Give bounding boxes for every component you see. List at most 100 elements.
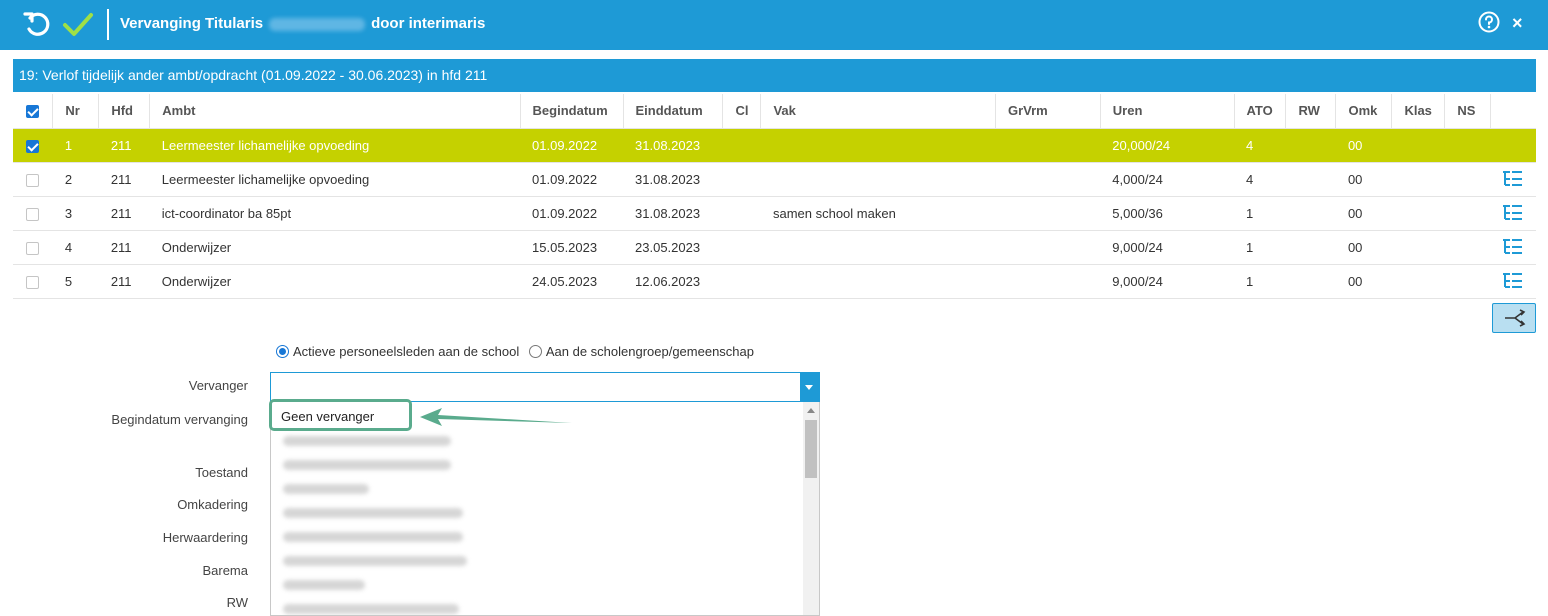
cell-rw	[1285, 230, 1336, 265]
cell-ns	[1444, 128, 1490, 163]
cell-ambt: Onderwijzer	[149, 230, 521, 265]
cell-klas	[1391, 230, 1445, 265]
check-icon[interactable]	[62, 9, 94, 41]
merge-button[interactable]	[1492, 303, 1536, 333]
list-item[interactable]	[283, 556, 467, 566]
col-rw[interactable]: RW	[1285, 94, 1337, 129]
list-item[interactable]	[283, 532, 463, 542]
cell-nr: 1	[52, 128, 99, 163]
cell-einddatum: 31.08.2023	[623, 196, 723, 231]
cell-cl	[722, 230, 761, 265]
cell-actions	[1490, 264, 1536, 299]
scroll-up-icon[interactable]	[807, 408, 815, 413]
radio-group-staff[interactable]	[528, 345, 542, 358]
table-row[interactable]: 5 211 Onderwijzer 24.05.2023 12.06.2023 …	[13, 264, 1536, 299]
cell-nr: 3	[52, 196, 99, 231]
cell-uren: 4,000/24	[1100, 162, 1234, 197]
tree-list-icon[interactable]	[1502, 204, 1524, 222]
list-item[interactable]	[283, 484, 369, 494]
radio-group-staff-label[interactable]: Aan de scholengroep/gemeenschap	[546, 344, 754, 359]
cell-hfd: 211	[98, 196, 150, 231]
cell-ato: 4	[1234, 162, 1286, 197]
list-item[interactable]	[283, 508, 463, 518]
cell-rw	[1285, 196, 1336, 231]
section-title: 19: Verlof tijdelijk ander ambt/opdracht…	[13, 59, 1536, 92]
undo-icon[interactable]	[22, 9, 54, 41]
title-prefix: Vervanging Titularis	[120, 15, 264, 32]
cell-ambt: Leermeester lichamelijke opvoeding	[149, 162, 521, 197]
cell-grvrm	[995, 196, 1101, 231]
cell-ato: 1	[1234, 196, 1286, 231]
table-row[interactable]: 2 211 Leermeester lichamelijke opvoeding…	[13, 162, 1536, 197]
col-omk[interactable]: Omk	[1335, 94, 1393, 129]
row-checkbox-cell[interactable]	[13, 230, 53, 265]
cell-ns	[1444, 196, 1490, 231]
cell-actions	[1490, 162, 1536, 197]
col-grvrm[interactable]: GrVrm	[995, 94, 1101, 129]
annotation-arrow-icon	[420, 408, 572, 426]
list-item[interactable]	[283, 604, 459, 614]
col-nr[interactable]: Nr	[52, 94, 100, 129]
row-checkbox[interactable]	[26, 275, 40, 289]
col-begindatum[interactable]: Begindatum	[520, 94, 624, 129]
row-checkbox-cell[interactable]	[13, 196, 53, 231]
cell-vak	[760, 162, 996, 197]
radio-active-staff-label[interactable]: Actieve personeelsleden aan de school	[293, 344, 519, 359]
radio-active-staff[interactable]	[276, 345, 289, 358]
list-item[interactable]	[283, 460, 451, 470]
col-ambt[interactable]: Ambt	[149, 94, 521, 129]
scroll-thumb[interactable]	[805, 420, 817, 478]
cell-omk: 00	[1335, 162, 1392, 197]
help-icon[interactable]	[1478, 11, 1500, 33]
label-barema: Barema	[202, 563, 248, 578]
row-checkbox-cell[interactable]	[13, 128, 53, 163]
tree-list-icon[interactable]	[1502, 170, 1524, 188]
table-row[interactable]: 1 211 Leermeester lichamelijke opvoeding…	[13, 128, 1536, 163]
blurred-name	[269, 17, 366, 31]
header-separator	[107, 9, 109, 40]
cell-uren: 9,000/24	[1100, 230, 1234, 265]
row-checkbox[interactable]	[26, 207, 40, 221]
chevron-down-icon[interactable]	[800, 373, 819, 401]
tree-list-icon[interactable]	[1502, 238, 1524, 256]
col-vak[interactable]: Vak	[760, 94, 996, 129]
list-item[interactable]	[283, 580, 365, 590]
cell-klas	[1391, 128, 1445, 163]
row-checkbox[interactable]	[26, 173, 40, 187]
row-checkbox[interactable]	[26, 139, 40, 153]
cell-rw	[1285, 128, 1336, 163]
cell-einddatum: 31.08.2023	[623, 162, 723, 197]
col-hfd[interactable]: Hfd	[98, 94, 151, 129]
cell-ato: 1	[1234, 264, 1286, 299]
row-checkbox[interactable]	[26, 241, 40, 255]
col-einddatum[interactable]: Einddatum	[623, 94, 724, 129]
label-rw: RW	[226, 595, 248, 610]
vervanger-dropdown[interactable]: Geen vervanger	[270, 402, 820, 616]
col-ns[interactable]: NS	[1444, 94, 1491, 129]
table-row[interactable]: 3 211 ict-coordinator ba 85pt 01.09.2022…	[13, 196, 1536, 231]
row-checkbox-cell[interactable]	[13, 264, 53, 299]
cell-actions	[1490, 230, 1536, 265]
cell-uren: 20,000/24	[1100, 128, 1234, 163]
col-uren[interactable]: Uren	[1100, 94, 1235, 129]
row-checkbox-cell[interactable]	[13, 162, 53, 197]
cell-actions	[1490, 128, 1536, 163]
col-ato[interactable]: ATO	[1234, 94, 1287, 129]
cell-begindatum: 01.09.2022	[520, 128, 624, 163]
cell-grvrm	[995, 264, 1101, 299]
col-klas[interactable]: Klas	[1391, 94, 1446, 129]
dropdown-scrollbar[interactable]	[803, 402, 819, 615]
cell-begindatum: 01.09.2022	[520, 196, 624, 231]
cell-klas	[1391, 264, 1445, 299]
vervanger-select[interactable]	[270, 372, 820, 402]
list-item[interactable]	[283, 436, 451, 446]
select-all-checkbox[interactable]	[26, 105, 40, 119]
cell-rw	[1285, 264, 1336, 299]
table-row[interactable]: 4 211 Onderwijzer 15.05.2023 23.05.2023 …	[13, 230, 1536, 265]
header-select-all[interactable]	[13, 94, 54, 129]
close-icon[interactable]: ×	[1512, 14, 1528, 32]
cell-hfd: 211	[98, 230, 150, 265]
col-cl[interactable]: Cl	[722, 94, 762, 129]
tree-list-icon[interactable]	[1502, 272, 1524, 290]
table-header-row: Nr Hfd Ambt Begindatum Einddatum Cl Vak …	[13, 94, 1536, 129]
